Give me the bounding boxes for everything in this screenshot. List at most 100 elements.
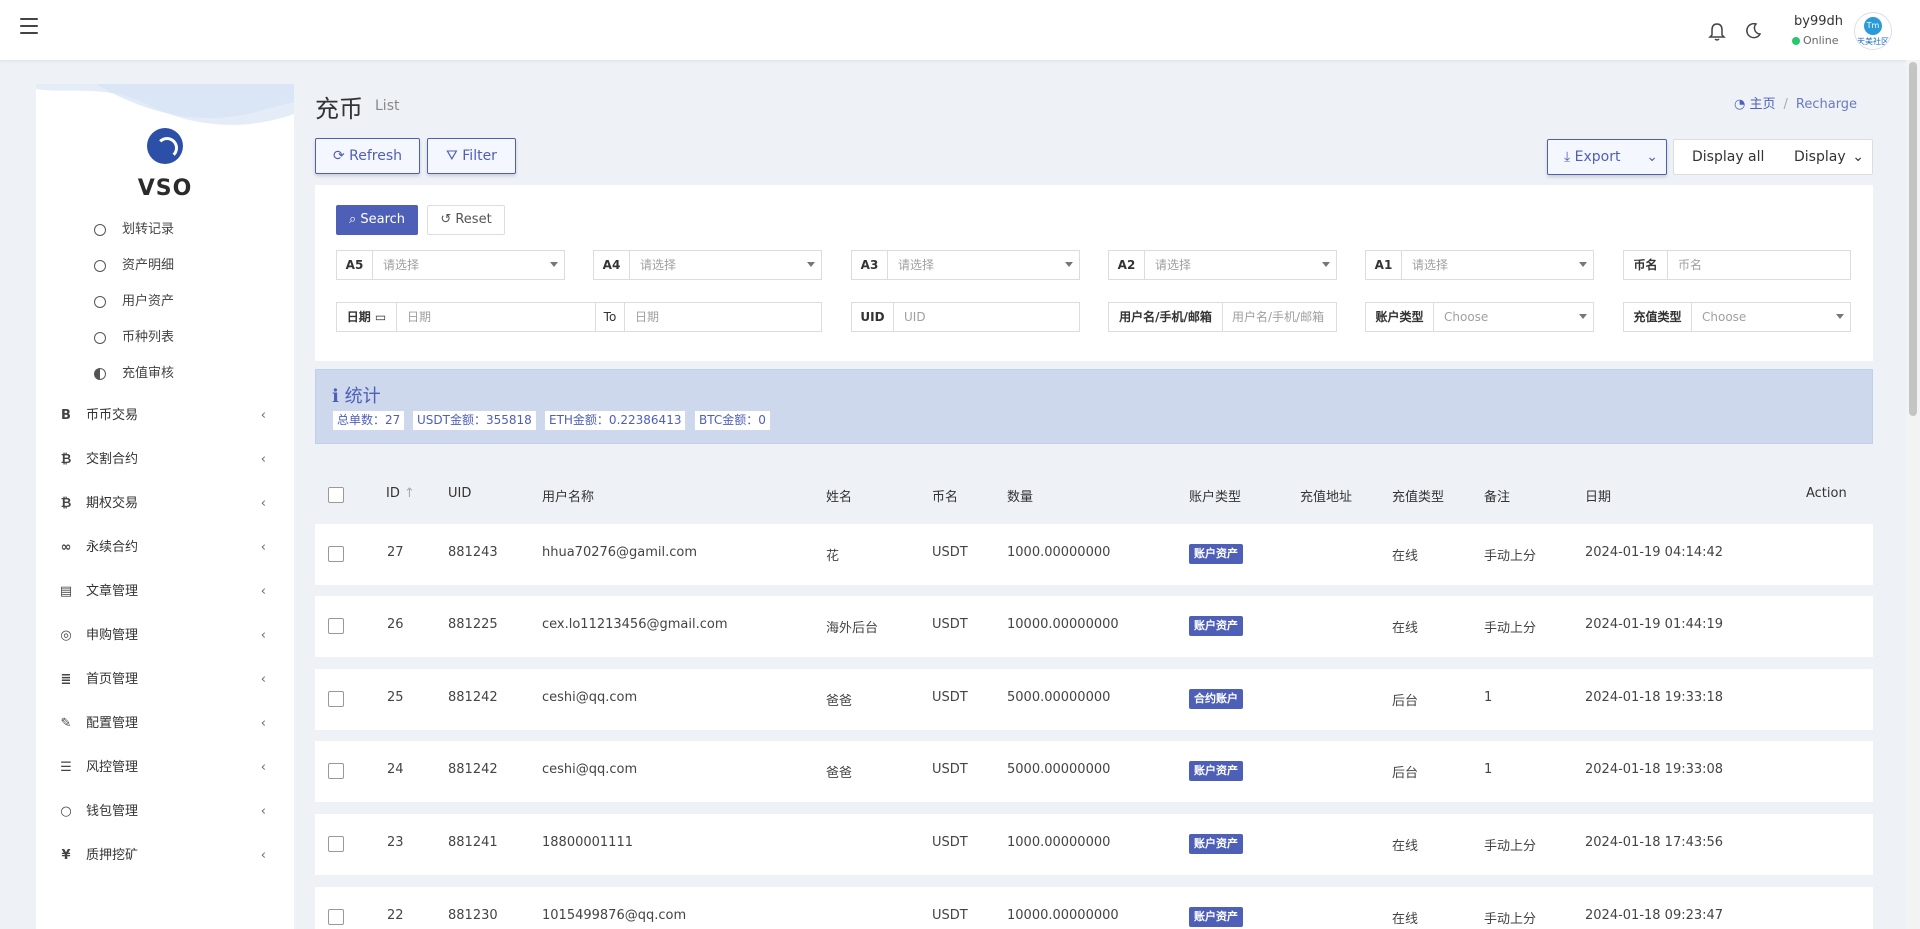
- sidebar-item-risk-management[interactable]: ☰ 风控管理 ‹: [56, 756, 276, 780]
- a3-select[interactable]: A3 请选择: [851, 250, 1080, 280]
- cell-remark: 手动上分: [1484, 839, 1537, 854]
- dashboard-icon: ◔: [1734, 97, 1746, 112]
- moon-icon[interactable]: [1744, 22, 1762, 40]
- column-header-name: 姓名: [826, 490, 853, 505]
- cell-coin: USDT: [932, 690, 968, 705]
- cell-username: hhua70276@gamil.com: [542, 545, 698, 560]
- export-button[interactable]: ⤓ Export ⌄: [1547, 139, 1667, 175]
- user-name[interactable]: by99dh: [1794, 14, 1843, 29]
- brand-name: VSO: [137, 176, 193, 201]
- field-label: UID: [852, 303, 894, 331]
- a5-select[interactable]: A5 请选择: [336, 250, 565, 280]
- scrollbar-thumb[interactable]: [1909, 62, 1917, 416]
- row-checkbox[interactable]: [328, 691, 344, 707]
- brand-logo: [147, 128, 183, 164]
- refresh-button[interactable]: ⟳ Refresh: [315, 138, 420, 174]
- status-label: Online: [1803, 34, 1839, 47]
- account-type-badge: 账户资产: [1189, 761, 1243, 781]
- chevron-left-icon: ‹: [260, 848, 266, 863]
- sidebar-item-homepage-management[interactable]: ≣ 首页管理 ‹: [56, 668, 276, 692]
- row-checkbox[interactable]: [328, 909, 344, 925]
- column-header-remark: 备注: [1484, 490, 1511, 505]
- a4-select[interactable]: A4 请选择: [593, 250, 822, 280]
- cell-id: 24: [387, 762, 404, 777]
- cell-date: 2024-01-19 04:14:42: [1585, 545, 1724, 560]
- field-label: A5: [337, 251, 373, 279]
- link-icon: ∞: [60, 540, 72, 555]
- sidebar-item-perpetual-contract[interactable]: ∞ 永续合约 ‹: [56, 536, 276, 560]
- field-placeholder: 用户名/手机/邮箱: [1232, 310, 1325, 324]
- field-label: 充值类型: [1624, 303, 1692, 331]
- sidebar: VSO 划转记录 资产明细 用户资产 币种列表 充值审核 B 币币交易 ‹ ₿ 交割合…: [36, 84, 294, 929]
- field-placeholder: Choose: [1444, 310, 1489, 324]
- a2-select[interactable]: A2 请选择: [1108, 250, 1337, 280]
- sidebar-item-spot-trading[interactable]: B 币币交易 ‹: [56, 404, 276, 428]
- sidebar-item-staking-mining[interactable]: ¥ 质押挖矿 ‹: [56, 844, 276, 868]
- search-button[interactable]: ⌕ Search: [336, 205, 418, 235]
- select-all-checkbox[interactable]: [328, 487, 344, 503]
- date-range-field[interactable]: 日期 ▭ 日期 To 日期: [336, 302, 822, 332]
- menu-icon[interactable]: [20, 18, 38, 34]
- total-orders-chip: 总单数：27: [332, 410, 406, 431]
- cell-uid: 881225: [448, 617, 498, 632]
- avatar[interactable]: Tm 天美社区: [1854, 12, 1892, 50]
- row-checkbox[interactable]: [328, 836, 344, 852]
- a1-select[interactable]: A1 请选择: [1365, 250, 1594, 280]
- filter-panel: ⌕ Search ↺ Reset A5 请选择 A4 请选择 A3 请选择 A2 请选择…: [315, 185, 1873, 361]
- reset-button[interactable]: ↺ Reset: [427, 205, 505, 235]
- circle-icon: [94, 332, 106, 344]
- chevron-left-icon: ‹: [260, 716, 266, 731]
- column-header-id[interactable]: ID ↑: [386, 486, 415, 501]
- circle-icon: ○: [60, 804, 72, 819]
- chevron-down-icon: ⌄: [1852, 149, 1864, 165]
- cell-amount: 10000.00000000: [1007, 908, 1119, 923]
- display-selector[interactable]: Display all Display ⌄: [1673, 139, 1873, 175]
- cell-username: cex.lo11213456@gmail.com: [542, 617, 728, 632]
- row-checkbox[interactable]: [328, 546, 344, 562]
- cell-amount: 1000.00000000: [1007, 835, 1111, 850]
- column-header-recharge-type: 充值类型: [1392, 490, 1445, 505]
- sidebar-item-subscription-management[interactable]: ◎ 申购管理 ‹: [56, 624, 276, 648]
- sidebar-item-delivery-contract[interactable]: ₿ 交割合约 ‹: [56, 448, 276, 472]
- yen-icon: ¥: [61, 848, 71, 863]
- column-label: ID: [386, 486, 400, 501]
- field-label: 用户名/手机/邮箱: [1109, 303, 1223, 331]
- circle-icon: [94, 224, 106, 236]
- chevron-left-icon: ‹: [260, 540, 266, 555]
- account-input[interactable]: 用户名/手机/邮箱 用户名/手机/邮箱: [1108, 302, 1337, 332]
- recharge-type-select[interactable]: 充值类型 Choose: [1623, 302, 1851, 332]
- date-to-input[interactable]: 日期: [635, 303, 659, 331]
- header-wave-decoration: [36, 84, 294, 125]
- cell-date: 2024-01-19 01:44:19: [1585, 617, 1724, 632]
- caret-down-icon: [1579, 314, 1587, 319]
- lifebuoy-icon: ◎: [60, 628, 72, 643]
- cell-username: ceshi@qq.com: [542, 690, 638, 705]
- filter-button[interactable]: ⛛ Filter: [427, 138, 516, 174]
- cell-uid: 881241: [448, 835, 498, 850]
- account-type-select[interactable]: 账户类型 Choose: [1365, 302, 1594, 332]
- date-from-input[interactable]: 日期: [407, 303, 431, 331]
- newspaper-icon: ▤: [59, 584, 73, 599]
- half-circle-icon: [94, 368, 106, 380]
- sidebar-item-wallet-management[interactable]: ○ 钱包管理 ‹: [56, 800, 276, 824]
- date-to-label: To: [595, 303, 625, 331]
- cell-uid: 881242: [448, 762, 498, 777]
- coin-input[interactable]: 币名 币名: [1623, 250, 1851, 280]
- sidebar-item-options-trading[interactable]: ₿ 期权交易 ‹: [56, 492, 276, 516]
- field-label: A4: [594, 251, 630, 279]
- field-placeholder: 请选择: [1412, 258, 1449, 272]
- breadcrumb-home[interactable]: 主页: [1749, 97, 1775, 112]
- uid-input[interactable]: UID UID: [851, 302, 1080, 332]
- cell-coin: USDT: [932, 545, 968, 560]
- table-row: 26 881225 cex.lo11213456@gmail.com 海外后台 …: [315, 596, 1873, 657]
- row-checkbox[interactable]: [328, 763, 344, 779]
- row-checkbox[interactable]: [328, 618, 344, 634]
- bell-icon[interactable]: [1708, 22, 1726, 42]
- cell-uid: 881230: [448, 908, 498, 923]
- field-placeholder: Choose: [1702, 310, 1747, 324]
- field-label: 日期 ▭: [337, 303, 397, 331]
- sidebar-item-article-management[interactable]: ▤ 文章管理 ‹: [56, 580, 276, 604]
- table-row: 27 881243 hhua70276@gamil.com 花 USDT 100…: [315, 524, 1873, 585]
- sidebar-item-config-management[interactable]: ✎ 配置管理 ‹: [56, 712, 276, 736]
- breadcrumb-separator: /: [1783, 97, 1788, 112]
